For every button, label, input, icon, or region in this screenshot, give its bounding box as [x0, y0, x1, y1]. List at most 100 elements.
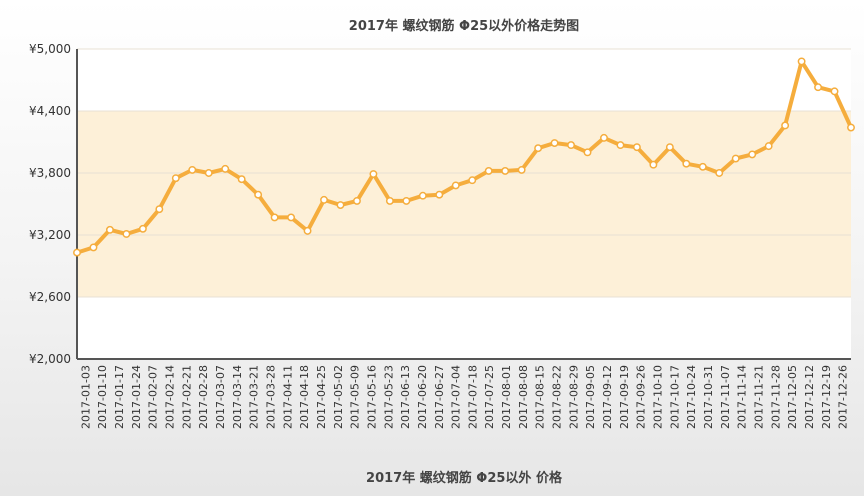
x-tick-label: 2017-10-24 [685, 365, 698, 429]
data-point-marker [682, 159, 691, 168]
x-tick-label: 2017-06-27 [433, 365, 446, 429]
data-point-marker [567, 141, 575, 150]
data-point-marker [188, 165, 197, 174]
data-point-marker [632, 143, 641, 152]
data-point-marker [830, 87, 839, 96]
data-point-marker [385, 196, 394, 205]
x-tick-label: 2017-08-29 [567, 365, 580, 429]
x-tick-label: 2017-07-04 [450, 365, 463, 429]
data-point-marker [418, 191, 427, 200]
data-point-marker [517, 165, 526, 174]
x-tick-label: 2017-05-16 [365, 365, 378, 429]
x-tick-label: 2017-01-24 [130, 365, 143, 429]
x-tick-label: 2017-06-20 [416, 365, 429, 429]
data-point-marker [320, 195, 328, 204]
data-point-marker [814, 83, 823, 92]
x-tick-label: 2017-09-19 [618, 365, 631, 429]
x-tick-label: 2017-03-28 [265, 365, 278, 429]
price-line-chart: 2017年 螺纹钢筋 Φ25以外价格走势图 ¥2,000 ¥2,600 ¥3,200… [29, 18, 855, 486]
data-point-marker [287, 213, 296, 222]
x-tick-label: 2017-08-15 [534, 365, 547, 429]
x-tick-label: 2017-12-26 [837, 365, 850, 429]
x-tick-label: 2017-03-07 [214, 365, 227, 429]
y-tick-label: ¥3,800 [29, 166, 71, 180]
x-tick-label: 2017-04-11 [281, 365, 294, 429]
data-point-marker [698, 162, 707, 171]
data-point-marker [715, 169, 724, 177]
data-point-marker [435, 190, 444, 199]
x-tick-label: 2017-09-05 [584, 365, 597, 429]
x-tick-label: 2017-06-13 [399, 365, 412, 429]
data-point-marker [204, 169, 213, 177]
data-point-marker [501, 166, 510, 175]
data-point-marker [353, 196, 361, 205]
background-band [77, 111, 851, 173]
data-point-marker [89, 243, 98, 252]
y-tick-label: ¥2,600 [29, 290, 71, 304]
x-tick-label: 2017-10-17 [668, 365, 681, 429]
x-tick-label: 2017-10-10 [652, 365, 665, 429]
data-point-marker [748, 150, 757, 159]
background-band [77, 297, 851, 359]
x-tick-label: 2017-03-21 [248, 365, 261, 429]
x-tick-label: 2017-02-14 [164, 365, 177, 429]
x-axis-title: 2017年 螺纹钢筋 Φ25以外 价格 [366, 470, 563, 486]
x-tick-label: 2017-02-07 [147, 365, 160, 429]
x-tick-label: 2017-12-05 [786, 365, 799, 429]
x-tick-label: 2017-01-17 [113, 365, 126, 429]
data-point-marker [402, 196, 411, 205]
data-point-marker [122, 230, 131, 238]
x-tick-label: 2017-08-08 [517, 365, 530, 429]
data-point-marker [221, 164, 230, 173]
x-tick-label: 2017-05-23 [382, 365, 395, 429]
data-point-marker [550, 139, 559, 147]
x-tick-label: 2017-11-21 [752, 365, 765, 429]
background-band [77, 235, 851, 297]
x-tick-label: 2017-05-09 [349, 365, 362, 429]
data-point-marker [270, 213, 279, 222]
x-axis-tick-labels: 2017-01-03 2017-01-10 2017-01-17 2017-01-24… [79, 365, 849, 429]
data-point-marker [369, 170, 378, 178]
data-point-marker [138, 224, 147, 233]
x-tick-label: 2017-08-22 [551, 365, 564, 429]
background-band [77, 49, 851, 111]
x-tick-label: 2017-02-21 [180, 365, 193, 429]
data-point-marker [73, 248, 81, 257]
data-point-marker [451, 181, 460, 190]
x-tick-label: 2017-11-28 [769, 365, 782, 429]
y-tick-label: ¥3,200 [29, 228, 71, 242]
x-tick-label: 2017-08-01 [500, 365, 513, 429]
data-point-marker [600, 133, 608, 142]
chart-title: 2017年 螺纹钢筋 Φ25以外价格走势图 [349, 18, 579, 34]
data-point-marker [468, 176, 477, 185]
x-tick-label: 2017-09-12 [601, 365, 614, 429]
x-tick-label: 2017-03-14 [231, 365, 244, 429]
x-tick-label: 2017-11-07 [719, 365, 732, 429]
x-tick-label: 2017-01-03 [79, 365, 92, 429]
x-tick-label: 2017-07-18 [466, 365, 479, 429]
x-tick-label: 2017-02-28 [197, 365, 210, 429]
y-axis-tick-labels: ¥2,000 ¥2,600 ¥3,200 ¥3,800 ¥4,400 ¥5,000 [29, 42, 71, 366]
data-point-marker [237, 175, 246, 184]
data-point-marker [616, 141, 625, 150]
data-point-marker [797, 57, 806, 66]
data-point-marker [336, 201, 345, 209]
data-point-marker [534, 144, 543, 153]
x-tick-label: 2017-12-19 [820, 365, 833, 429]
data-point-marker [847, 123, 855, 132]
data-point-marker [764, 142, 773, 151]
y-tick-label: ¥5,000 [29, 42, 71, 56]
x-tick-label: 2017-04-25 [315, 365, 328, 429]
data-point-marker [155, 205, 164, 214]
x-tick-label: 2017-09-26 [635, 365, 648, 429]
data-point-marker [731, 154, 740, 163]
plot-background-bands [77, 49, 851, 359]
y-tick-label: ¥4,400 [29, 104, 71, 118]
x-tick-label: 2017-05-02 [332, 365, 345, 429]
y-tick-label: ¥2,000 [29, 352, 71, 366]
x-tick-label: 2017-04-18 [298, 365, 311, 429]
x-tick-label: 2017-12-12 [803, 365, 816, 429]
data-point-marker [171, 174, 180, 183]
x-tick-label: 2017-07-25 [483, 365, 496, 429]
data-point-marker [665, 143, 674, 152]
